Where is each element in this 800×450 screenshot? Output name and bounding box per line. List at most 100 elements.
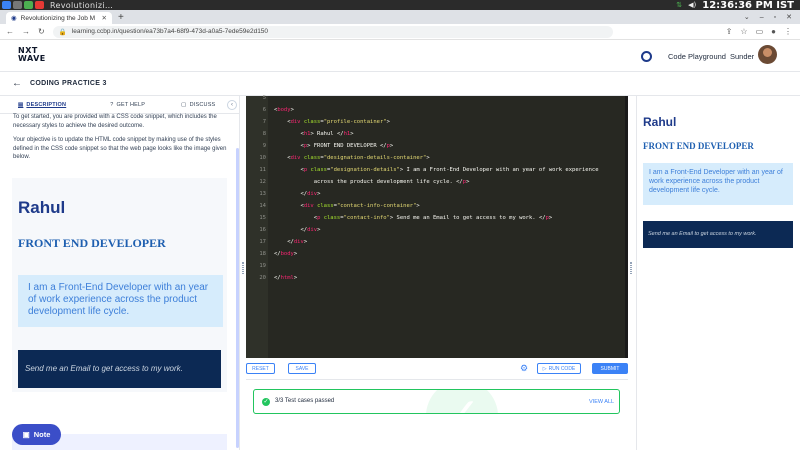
- browser-tabbar: ◉ Revolutionizing the Job M ✕ + ⌄ – ▫ ✕: [0, 10, 800, 24]
- tab-description-label: DESCRIPTION: [26, 101, 67, 108]
- code-line[interactable]: 6 <body>: [246, 104, 628, 116]
- preview-role: FRONT END DEVELOPER: [18, 236, 166, 250]
- settings-gear-icon[interactable]: ⚙: [520, 363, 528, 374]
- volume-icon[interactable]: ◀): [688, 1, 696, 9]
- chrome-taskbar-icon[interactable]: [24, 1, 33, 9]
- code-text: across the product development life cycl…: [274, 179, 470, 185]
- code-text: </div>: [300, 227, 321, 233]
- chat-icon: ▢: [181, 101, 187, 108]
- run-code-button[interactable]: ▷ RUN CODE: [537, 363, 581, 374]
- back-icon[interactable]: ←: [6, 27, 14, 36]
- code-line[interactable]: 5: [246, 92, 628, 104]
- editor-toolbar: RESET SAVE ⚙ ▷ RUN CODE SUBMIT: [246, 358, 628, 380]
- preview-contact: Send me an Email to get access to my wor…: [18, 350, 221, 388]
- profile-icon[interactable]: ●: [771, 27, 776, 36]
- editor-scrollbar[interactable]: [625, 96, 628, 358]
- line-number: 20: [259, 275, 266, 281]
- line-number: 16: [259, 227, 266, 233]
- tab-discuss-label: DISCUSS: [189, 101, 216, 108]
- line-number: 8: [262, 131, 266, 137]
- code-line[interactable]: 11 <p class="designation-details"> I am …: [246, 164, 628, 176]
- reload-icon[interactable]: ↻: [38, 27, 45, 36]
- address-bar[interactable]: 🔒 learning.ccbp.in/question/ea73b7a4-68f…: [52, 25, 613, 38]
- menu-dots-icon[interactable]: ⋮: [784, 27, 792, 36]
- description-panel: ▤ DESCRIPTION ? GET HELP ▢ DISCUSS ‹ To …: [0, 96, 240, 450]
- resize-handle[interactable]: [242, 262, 244, 274]
- view-all-link[interactable]: VIEW ALL: [589, 399, 614, 405]
- left-tabs: ▤ DESCRIPTION ? GET HELP ▢ DISCUSS: [0, 96, 240, 114]
- code-line[interactable]: 19: [246, 260, 628, 272]
- line-number: 6: [262, 107, 266, 113]
- code-playground-link[interactable]: Code Playground: [668, 52, 726, 61]
- submit-button[interactable]: SUBMIT: [592, 363, 628, 374]
- code-line[interactable]: 18 </body>: [246, 248, 628, 260]
- code-text: </body>: [274, 251, 298, 257]
- files-icon[interactable]: [13, 1, 22, 9]
- code-text: <div class="profile-container">: [287, 119, 390, 125]
- tab-discuss[interactable]: ▢ DISCUSS: [181, 102, 215, 108]
- browser-tab[interactable]: ◉ Revolutionizing the Job M ✕: [6, 12, 112, 24]
- help-icon: ?: [110, 101, 114, 108]
- nxtwave-logo[interactable]: NXT WAVE: [18, 47, 46, 63]
- output-role: FRONT END DEVELOPER: [643, 141, 754, 151]
- clock[interactable]: 12:36:36 PM IST: [702, 0, 794, 11]
- collapse-panel-icon[interactable]: ‹: [227, 100, 237, 110]
- test-result-card: ✓ ✓ 3/3 Test cases passed VIEW ALL: [253, 389, 620, 414]
- expected-output-image: Rahul FRONT END DEVELOPER I am a Front-E…: [12, 178, 227, 392]
- tab-get-help[interactable]: ? GET HELP: [110, 102, 145, 108]
- code-line[interactable]: 15 <p class="contact-info"> Send me an E…: [246, 212, 628, 224]
- code-line[interactable]: 10 <div class="designation-details-conta…: [246, 152, 628, 164]
- code-editor[interactable]: 5 6 <body> 7 <div class="profile-container"…: [246, 95, 628, 358]
- active-window-title[interactable]: Revolutionizi…: [50, 1, 113, 10]
- tab-description[interactable]: ▤ DESCRIPTION: [18, 102, 66, 108]
- line-number: 18: [259, 251, 266, 257]
- code-line[interactable]: 16 </div>: [246, 224, 628, 236]
- resize-handle[interactable]: [630, 262, 632, 274]
- avatar[interactable]: [758, 45, 777, 64]
- code-line[interactable]: 13 </div>: [246, 188, 628, 200]
- note-icon: ▣: [22, 430, 30, 439]
- code-line[interactable]: 7 <div class="profile-container">: [246, 116, 628, 128]
- code-text: <div class="contact-info-container">: [300, 203, 420, 209]
- back-arrow-icon[interactable]: ←: [12, 78, 22, 89]
- code-line[interactable]: 17 </div>: [246, 236, 628, 248]
- reset-button[interactable]: RESET: [246, 363, 275, 374]
- forward-icon[interactable]: →: [22, 27, 30, 36]
- line-number: 5: [262, 95, 266, 101]
- page-title: CODING PRACTICE 3: [30, 80, 107, 87]
- logo-line2: WAVE: [18, 54, 46, 63]
- new-tab-icon[interactable]: +: [118, 12, 124, 24]
- code-line[interactable]: 8 <h1> Rahul </h1>: [246, 128, 628, 140]
- app-menu-icon[interactable]: [2, 1, 11, 9]
- code-text: <p class="designation-details"> I am a F…: [300, 167, 599, 173]
- minimize-icon[interactable]: –: [760, 12, 764, 24]
- bookmark-star-icon[interactable]: ☆: [740, 27, 747, 36]
- app-icon[interactable]: [35, 1, 44, 9]
- code-line[interactable]: 14 <div class="contact-info-container">: [246, 200, 628, 212]
- close-window-icon[interactable]: ✕: [786, 12, 792, 24]
- theme-toggle-icon[interactable]: [641, 51, 652, 62]
- code-line[interactable]: 12 across the product development life c…: [246, 176, 628, 188]
- tab-get-help-label: GET HELP: [116, 101, 146, 108]
- user-name[interactable]: Sunder: [730, 52, 754, 61]
- code-line[interactable]: 20 </html>: [246, 272, 628, 284]
- maximize-icon[interactable]: ▫: [774, 12, 776, 24]
- line-number: 15: [259, 215, 266, 221]
- os-taskbar: Revolutionizi… ⇅ ◀) 12:36:36 PM IST: [0, 0, 800, 11]
- share-icon[interactable]: ⇪: [726, 27, 733, 36]
- scrollbar[interactable]: [236, 148, 239, 448]
- save-button[interactable]: SAVE: [288, 363, 316, 374]
- output-contact: Send me an Email to get access to my wor…: [643, 221, 793, 248]
- network-icon[interactable]: ⇅: [676, 1, 682, 9]
- tab-search-icon[interactable]: ⌄: [744, 12, 750, 24]
- description-objective: Your objective is to update the HTML cod…: [13, 137, 227, 160]
- test-result-text: 3/3 Test cases passed: [275, 398, 335, 404]
- favicon-icon: ◉: [11, 15, 17, 22]
- side-panel-icon[interactable]: ▭: [756, 27, 764, 36]
- note-button[interactable]: ▣ Note: [12, 424, 61, 445]
- code-text: <h1> Rahul </h1>: [300, 131, 354, 137]
- close-tab-icon[interactable]: ✕: [102, 14, 107, 22]
- browser-toolbar: ← → ↻ 🔒 learning.ccbp.in/question/ea73b7…: [0, 24, 800, 40]
- description-intro: To get started, you are provided with a …: [13, 114, 217, 129]
- code-line[interactable]: 9 <p> FRONT END DEVELOPER </p>: [246, 140, 628, 152]
